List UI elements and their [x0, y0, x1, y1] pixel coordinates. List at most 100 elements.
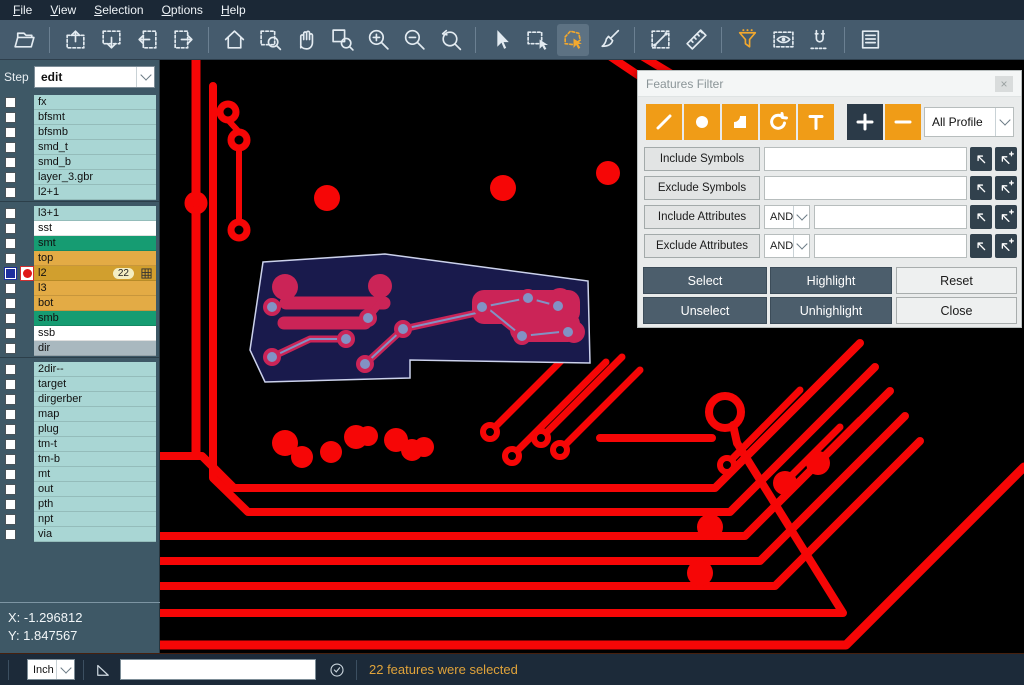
menu-item-options[interactable]: Options	[153, 1, 212, 19]
layer-name-l2+1[interactable]: l2+1	[34, 185, 156, 200]
reset-button[interactable]: Reset	[896, 267, 1017, 294]
pick-add-from-canvas-button[interactable]	[995, 205, 1017, 229]
layer-name-smd_b[interactable]: smd_b	[34, 155, 156, 170]
layer-checkbox-sst[interactable]	[5, 223, 16, 234]
layer-checkbox-l2[interactable]	[5, 268, 16, 279]
layer-checkbox-bfsmb[interactable]	[5, 127, 16, 138]
layer-checkbox-l3[interactable]	[5, 283, 16, 294]
pan-hand-icon[interactable]	[290, 24, 322, 56]
unselect-button[interactable]: Unselect	[643, 297, 767, 324]
filter-value-input[interactable]	[814, 205, 967, 229]
layer-name-l3[interactable]: l3	[34, 281, 156, 296]
layer-checkbox-fx[interactable]	[5, 97, 16, 108]
layer-name-smd_t[interactable]: smd_t	[34, 140, 156, 155]
layer-checkbox-mt[interactable]	[5, 469, 16, 480]
filter-label-button[interactable]: Include Attributes	[644, 205, 760, 229]
layer-name-fx[interactable]: fx	[34, 95, 156, 110]
filter-icon[interactable]	[731, 24, 763, 56]
layer-name-sst[interactable]: sst	[34, 221, 156, 236]
corner-angle-icon[interactable]	[92, 659, 114, 681]
pan-down-icon[interactable]	[95, 24, 127, 56]
and-or-select[interactable]: AND	[764, 205, 810, 229]
unit-select[interactable]: Inch	[27, 659, 75, 680]
pick-add-from-canvas-button[interactable]	[995, 234, 1017, 258]
layer-name-bfsmt[interactable]: bfsmt	[34, 110, 156, 125]
remove-filter-button[interactable]	[885, 104, 921, 140]
layer-checkbox-l2+1[interactable]	[5, 187, 16, 198]
pan-right-icon[interactable]	[167, 24, 199, 56]
step-select[interactable]: edit	[34, 66, 155, 88]
layer-name-tm-t[interactable]: tm-t	[34, 437, 156, 452]
layer-checkbox-l3+1[interactable]	[5, 208, 16, 219]
zoom-window-icon[interactable]	[254, 24, 286, 56]
filter-value-input[interactable]	[814, 234, 967, 258]
zoom-in-icon[interactable]	[362, 24, 394, 56]
layer-name-plug[interactable]: plug	[34, 422, 156, 437]
layer-checkbox-layer_3.gbr[interactable]	[5, 172, 16, 183]
menu-item-selection[interactable]: Selection	[85, 1, 152, 19]
sync-icon[interactable]	[326, 659, 348, 681]
select-arrow-icon[interactable]	[485, 24, 517, 56]
layer-checkbox-smt[interactable]	[5, 238, 16, 249]
layer-checkbox-tm-t[interactable]	[5, 439, 16, 450]
zoom-previous-icon[interactable]	[434, 24, 466, 56]
layer-checkbox-top[interactable]	[5, 253, 16, 264]
layer-checkbox-via[interactable]	[5, 529, 16, 540]
filter-label-button[interactable]: Include Symbols	[644, 147, 760, 171]
profile-select[interactable]: All Profile	[924, 107, 1014, 137]
layer-checkbox-pth[interactable]	[5, 499, 16, 510]
layer-checkbox-out[interactable]	[5, 484, 16, 495]
grid-table-icon[interactable]	[141, 268, 152, 279]
layer-checkbox-smd_t[interactable]	[5, 142, 16, 153]
arc-icon[interactable]	[760, 104, 796, 140]
layer-name-l2[interactable]: l222	[34, 266, 156, 281]
select-button[interactable]: Select	[643, 267, 767, 294]
layer-checkbox-ssb[interactable]	[5, 328, 16, 339]
layer-checkbox-smb[interactable]	[5, 313, 16, 324]
pick-add-from-canvas-button[interactable]	[995, 147, 1017, 171]
command-input[interactable]	[120, 659, 316, 680]
layer-name-dirgerber[interactable]: dirgerber	[34, 392, 156, 407]
filter-value-input[interactable]	[764, 176, 967, 200]
layer-name-tm-b[interactable]: tm-b	[34, 452, 156, 467]
add-filter-button[interactable]	[847, 104, 883, 140]
filter-label-button[interactable]: Exclude Symbols	[644, 176, 760, 200]
layer-name-smt[interactable]: smt	[34, 236, 156, 251]
layer-name-dir[interactable]: dir	[34, 341, 156, 356]
pan-left-icon[interactable]	[131, 24, 163, 56]
layer-name-ssb[interactable]: ssb	[34, 326, 156, 341]
layer-checkbox-target[interactable]	[5, 379, 16, 390]
line-icon[interactable]	[646, 104, 682, 140]
layer-name-npt[interactable]: npt	[34, 512, 156, 527]
open-folder-icon[interactable]	[8, 24, 40, 56]
pan-up-icon[interactable]	[59, 24, 91, 56]
close-icon[interactable]: ×	[995, 76, 1013, 92]
filter-label-button[interactable]: Exclude Attributes	[644, 234, 760, 258]
close-button[interactable]: Close	[896, 297, 1017, 324]
circle-icon[interactable]	[684, 104, 720, 140]
layer-checkbox-plug[interactable]	[5, 424, 16, 435]
filter-value-input[interactable]	[764, 147, 967, 171]
layer-checkbox-2dir--[interactable]	[5, 364, 16, 375]
layer-name-bfsmb[interactable]: bfsmb	[34, 125, 156, 140]
layer-checkbox-tm-b[interactable]	[5, 454, 16, 465]
snap-magnet-icon[interactable]	[803, 24, 835, 56]
pick-add-from-canvas-button[interactable]	[995, 176, 1017, 200]
pick-from-canvas-button[interactable]	[970, 176, 992, 200]
unhighlight-button[interactable]: Unhighlight	[770, 297, 892, 324]
pick-from-canvas-button[interactable]	[970, 147, 992, 171]
measure-line-icon[interactable]	[644, 24, 676, 56]
layer-name-target[interactable]: target	[34, 377, 156, 392]
dialog-title-bar[interactable]: Features Filter ×	[638, 71, 1021, 97]
layer-name-2dir--[interactable]: 2dir--	[34, 362, 156, 377]
layer-checkbox-npt[interactable]	[5, 514, 16, 525]
layer-name-out[interactable]: out	[34, 482, 156, 497]
zoom-out-icon[interactable]	[398, 24, 430, 56]
layer-name-smb[interactable]: smb	[34, 311, 156, 326]
layer-name-via[interactable]: via	[34, 527, 156, 542]
layer-checkbox-dir[interactable]	[5, 343, 16, 354]
layer-name-l3+1[interactable]: l3+1	[34, 206, 156, 221]
layer-checkbox-bot[interactable]	[5, 298, 16, 309]
home-icon[interactable]	[218, 24, 250, 56]
layer-checkbox-smd_b[interactable]	[5, 157, 16, 168]
